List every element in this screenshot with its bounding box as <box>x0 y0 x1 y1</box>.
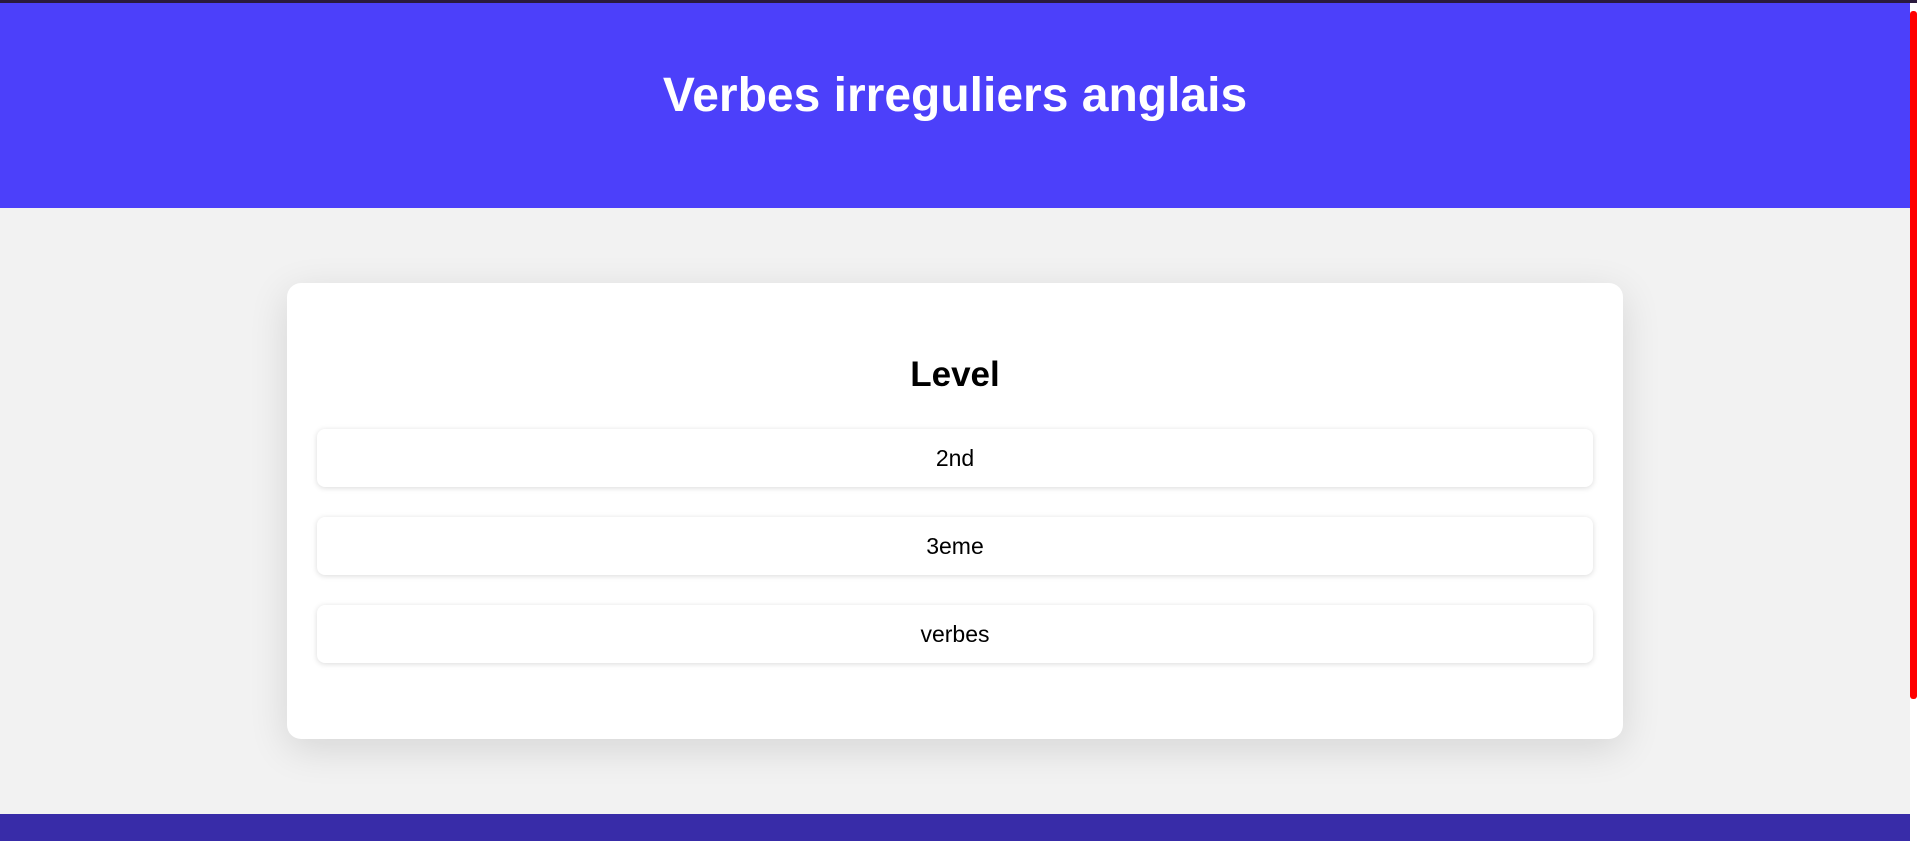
vertical-scrollbar[interactable] <box>1910 3 1917 841</box>
level-heading: Level <box>910 355 1000 394</box>
page-header: Verbes irreguliers anglais <box>0 3 1910 208</box>
level-option-verbes[interactable]: verbes <box>317 605 1593 663</box>
page-footer <box>0 814 1910 841</box>
scrollbar-thumb[interactable] <box>1910 11 1917 699</box>
level-option-2nd[interactable]: 2nd <box>317 429 1593 487</box>
main-content: Level 2nd 3eme verbes <box>0 208 1910 814</box>
level-option-3eme[interactable]: 3eme <box>317 517 1593 575</box>
page-title: Verbes irreguliers anglais <box>662 69 1248 122</box>
level-card: Level 2nd 3eme verbes <box>287 283 1623 739</box>
